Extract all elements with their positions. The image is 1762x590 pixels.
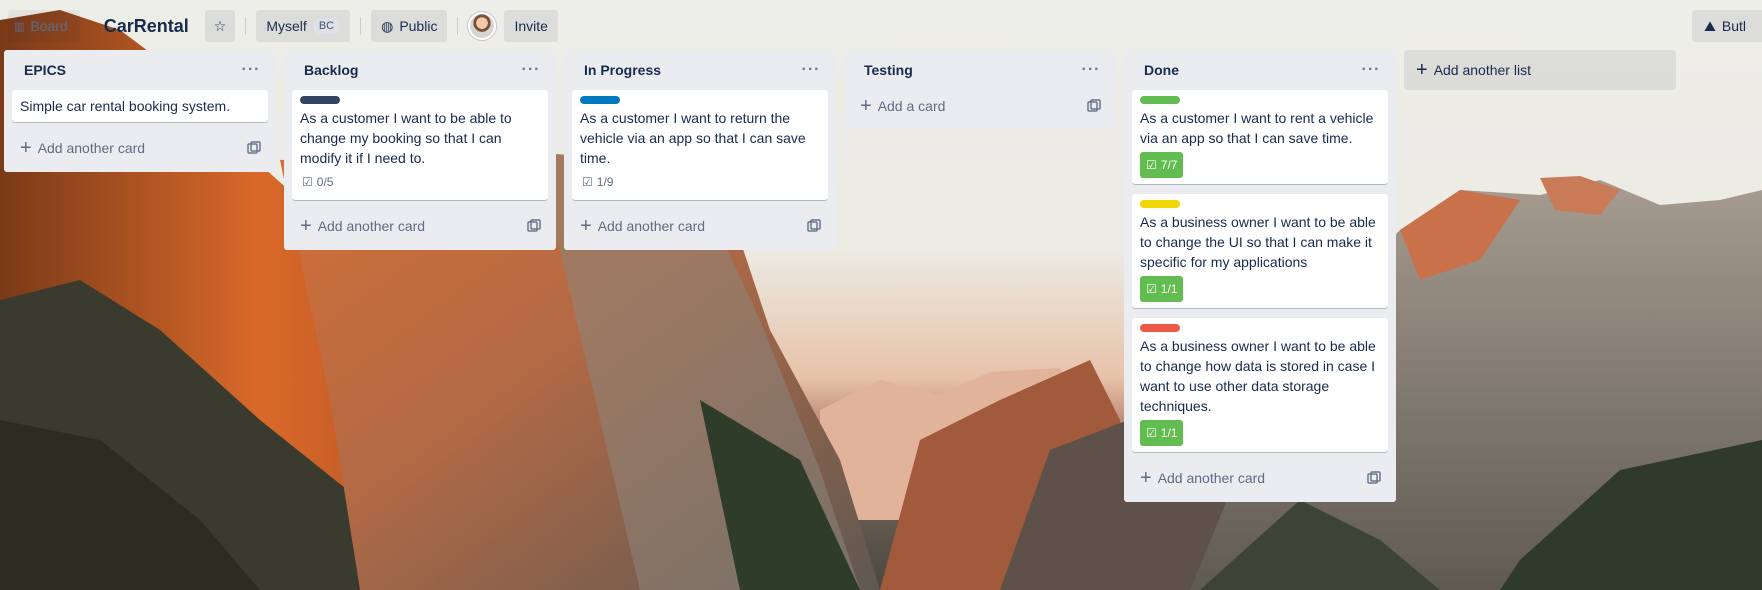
visibility-button[interactable]: ◍ Public <box>371 10 448 42</box>
team-label: Myself <box>266 18 307 34</box>
butler-area: ⛰ Butl <box>1692 10 1762 42</box>
list-epics: EPICS ··· Simple car rental booking syst… <box>4 50 276 172</box>
header-divider <box>360 17 362 35</box>
add-card-button[interactable]: + Add a card <box>852 90 1108 122</box>
card-title: As a customer I want to be able to chang… <box>300 110 512 166</box>
checkbox-icon: ☑ <box>1146 282 1157 296</box>
card-title: As a business owner I want to be able to… <box>1140 338 1376 414</box>
card[interactable]: As a business owner I want to be able to… <box>1132 318 1388 452</box>
board-button-label: Board <box>30 18 68 34</box>
checkbox-icon: ☑ <box>1146 426 1157 440</box>
card[interactable]: As a customer I want to rent a vehicle v… <box>1132 90 1388 184</box>
globe-icon: ◍ <box>381 17 394 34</box>
list-menu-icon[interactable]: ··· <box>518 62 544 78</box>
card-title: As a customer I want to rent a vehicle v… <box>1140 110 1374 146</box>
card-label[interactable] <box>1140 324 1180 332</box>
card-label[interactable] <box>580 96 620 104</box>
plus-icon: + <box>580 215 592 237</box>
card-template-icon[interactable] <box>1366 470 1382 486</box>
board-header: ▥ Board CarRental ☆ Myself BC ◍ Public I… <box>0 0 1762 52</box>
list-menu-icon[interactable]: ··· <box>1078 62 1104 78</box>
list-menu-icon[interactable]: ··· <box>798 62 824 78</box>
list-done: Done ··· As a customer I want to rent a … <box>1124 50 1396 502</box>
add-card-label: Add another card <box>597 218 706 234</box>
board-title[interactable]: CarRental <box>104 16 189 37</box>
plus-icon: + <box>860 95 872 117</box>
team-badge: BC <box>312 18 341 34</box>
card-title: As a business owner I want to be able to… <box>1140 214 1376 270</box>
checklist-badge-complete: ☑ 1/1 <box>1140 276 1184 302</box>
add-card-label: Add another card <box>317 218 426 234</box>
card-template-icon[interactable] <box>526 218 542 234</box>
checklist-badge-complete: ☑ 1/1 <box>1140 420 1184 446</box>
card[interactable]: As a customer I want to return the vehic… <box>572 90 828 200</box>
member-avatar[interactable] <box>468 12 497 40</box>
header-divider <box>457 17 459 35</box>
add-card-button[interactable]: + Add another card <box>1132 462 1388 494</box>
add-card-label: Add another card <box>37 140 146 156</box>
card-label[interactable] <box>300 96 340 104</box>
checklist-badge: ☑ 1/9 <box>580 168 615 194</box>
list-header[interactable]: EPICS ··· <box>12 50 268 90</box>
invite-button[interactable]: Invite <box>504 10 558 42</box>
list-in-progress: In Progress ··· As a customer I want to … <box>564 50 836 250</box>
list-header[interactable]: Testing ··· <box>852 50 1108 90</box>
board-menu-button[interactable]: ▥ Board <box>8 10 80 42</box>
star-icon: ☆ <box>213 17 227 34</box>
invite-label: Invite <box>514 18 548 34</box>
checkbox-icon: ☑ <box>302 175 313 189</box>
plus-icon: + <box>1140 467 1152 489</box>
checklist-count: 1/1 <box>1160 426 1178 440</box>
list-menu-icon[interactable]: ··· <box>1358 62 1384 78</box>
header-divider <box>245 17 247 35</box>
team-button[interactable]: Myself BC <box>256 10 351 42</box>
card-template-icon[interactable] <box>246 140 262 156</box>
card[interactable]: As a customer I want to be able to chang… <box>292 90 548 200</box>
butler-label: Butl <box>1721 18 1746 34</box>
card-title: As a customer I want to return the vehic… <box>580 110 806 166</box>
butler-icon: ⛰ <box>1704 17 1716 34</box>
checklist-count: 1/1 <box>1160 282 1178 296</box>
checklist-count: 1/9 <box>596 175 614 189</box>
checkbox-icon: ☑ <box>582 175 593 189</box>
add-list-label: Add another list <box>1433 62 1531 78</box>
add-card-button[interactable]: + Add another card <box>12 132 268 164</box>
list-menu-icon[interactable]: ··· <box>238 62 264 78</box>
list-title[interactable]: Backlog <box>304 62 358 78</box>
star-button[interactable]: ☆ <box>204 10 236 42</box>
add-card-label: Add a card <box>877 98 946 114</box>
checklist-badge: ☑ 0/5 <box>300 168 335 194</box>
list-title[interactable]: Done <box>1144 62 1179 78</box>
card[interactable]: Simple car rental booking system. <box>12 90 268 122</box>
card-label[interactable] <box>1140 96 1180 104</box>
list-backlog: Backlog ··· As a customer I want to be a… <box>284 50 556 250</box>
add-card-label: Add another card <box>1157 470 1266 486</box>
list-header[interactable]: Done ··· <box>1132 50 1388 90</box>
plus-icon: + <box>300 215 312 237</box>
list-testing: Testing ··· + Add a card <box>844 50 1116 130</box>
checklist-badge-complete: ☑ 7/7 <box>1140 152 1184 178</box>
list-title[interactable]: In Progress <box>584 62 661 78</box>
plus-icon: + <box>20 137 32 159</box>
list-title[interactable]: EPICS <box>24 62 66 78</box>
butler-button[interactable]: ⛰ Butl <box>1692 10 1762 42</box>
list-header[interactable]: In Progress ··· <box>572 50 828 90</box>
checklist-count: 7/7 <box>1160 158 1178 172</box>
card-label[interactable] <box>1140 200 1180 208</box>
visibility-label: Public <box>399 18 438 34</box>
add-card-button[interactable]: + Add another card <box>292 210 548 242</box>
add-card-button[interactable]: + Add another card <box>572 210 828 242</box>
checklist-count: 0/5 <box>316 175 334 189</box>
card[interactable]: As a business owner I want to be able to… <box>1132 194 1388 308</box>
checkbox-icon: ☑ <box>1146 158 1157 172</box>
board-icon: ▥ <box>14 20 25 33</box>
add-list-button[interactable]: + Add another list <box>1404 50 1676 90</box>
card-template-icon[interactable] <box>1086 98 1102 114</box>
plus-icon: + <box>1416 59 1428 81</box>
card-template-icon[interactable] <box>806 218 822 234</box>
list-header[interactable]: Backlog ··· <box>292 50 548 90</box>
card-title: Simple car rental booking system. <box>20 98 231 114</box>
list-title[interactable]: Testing <box>864 62 913 78</box>
